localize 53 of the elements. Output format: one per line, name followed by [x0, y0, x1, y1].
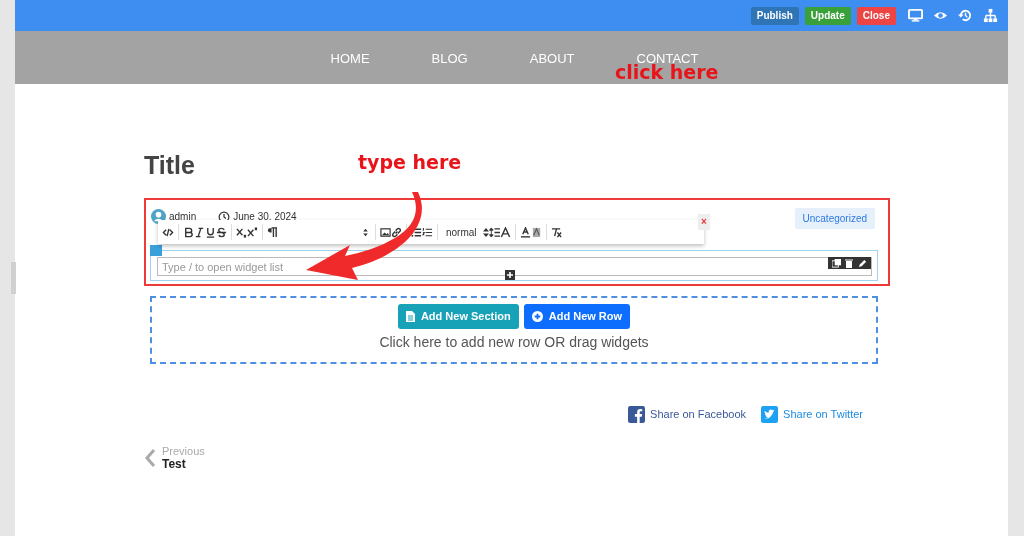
trash-icon[interactable]: [845, 258, 854, 268]
text-color-icon[interactable]: [519, 226, 531, 238]
numbered-list-icon[interactable]: [422, 226, 433, 238]
add-section-button[interactable]: Add New Section: [397, 304, 519, 329]
history-icon[interactable]: [958, 8, 973, 23]
update-button[interactable]: Update: [804, 6, 851, 25]
strikethrough-icon[interactable]: [216, 226, 227, 238]
sitemap-icon[interactable]: [983, 8, 998, 23]
sort-arrows-icon[interactable]: [482, 227, 489, 237]
nav-link[interactable]: ABOUT: [529, 52, 575, 66]
post-title: Title: [144, 150, 195, 181]
nav-link[interactable]: BLOG: [431, 52, 468, 66]
italic-icon[interactable]: [194, 226, 205, 238]
pencil-icon[interactable]: [857, 258, 867, 268]
link-icon[interactable]: [391, 226, 402, 238]
plus-icon[interactable]: [505, 270, 515, 280]
close-button[interactable]: Close: [856, 6, 896, 25]
post-date: June 30, 2024: [233, 210, 297, 224]
background-color-icon[interactable]: [530, 226, 542, 238]
close-button[interactable]: ×: [698, 214, 710, 230]
category-tag[interactable]: Uncategorized: [794, 208, 875, 229]
code-icon[interactable]: [162, 226, 174, 238]
font-size-select[interactable]: normal: [446, 224, 489, 240]
resize-handle[interactable]: [11, 262, 16, 294]
document-icon: [405, 311, 415, 322]
bold-icon[interactable]: [183, 226, 194, 238]
drag-handle[interactable]: [150, 245, 162, 256]
font-icon[interactable]: [499, 226, 511, 238]
previous-label: Previous: [162, 445, 205, 458]
plus-circle-icon: [531, 311, 543, 322]
previous-post-link[interactable]: Test: [162, 458, 205, 471]
drop-hint: Click here to add new row OR drag widgets: [379, 333, 649, 352]
facebook-icon: [628, 406, 646, 423]
nav-link[interactable]: HOME: [330, 52, 370, 66]
clear-format-icon[interactable]: [550, 226, 562, 238]
clock-icon: [218, 210, 231, 223]
add-row-button[interactable]: Add New Row: [523, 304, 631, 329]
publish-button[interactable]: Publish: [750, 6, 799, 25]
twitter-share-link[interactable]: Share on Twitter: [761, 406, 863, 423]
paragraph-icon[interactable]: [267, 226, 278, 238]
sort-icon[interactable]: [360, 226, 371, 238]
annotation-text: type here: [358, 152, 462, 172]
drop-zone[interactable]: Add New Section Add New Row Click here to add new row OR drag widgets: [150, 296, 878, 364]
desktop-icon[interactable]: [908, 8, 923, 23]
author-name[interactable]: admin: [169, 209, 197, 224]
line-height-icon[interactable]: [488, 226, 500, 238]
subscript-icon[interactable]: [236, 226, 247, 238]
facebook-share-link[interactable]: Share on Facebook: [628, 406, 747, 423]
underline-icon[interactable]: [205, 226, 216, 238]
bird-icon: [761, 406, 779, 423]
superscript-icon[interactable]: [247, 226, 258, 238]
copy-icon[interactable]: [832, 258, 842, 268]
image-icon[interactable]: [380, 226, 391, 238]
